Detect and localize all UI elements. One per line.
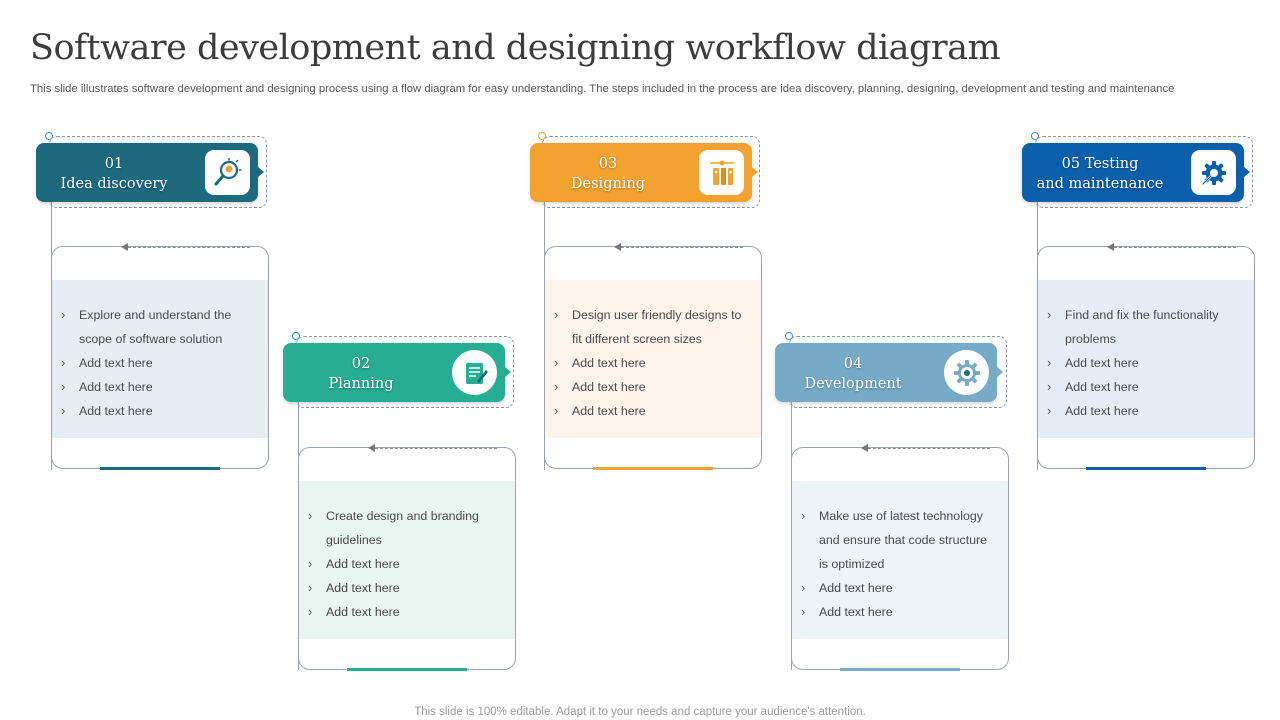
step-1-label: 01 Idea discovery bbox=[60, 156, 168, 192]
step-5-connector bbox=[1037, 200, 1038, 470]
bullet-item: Add text here bbox=[800, 600, 998, 624]
step-4-arrowhead bbox=[861, 444, 868, 452]
step-3-pointer bbox=[752, 167, 758, 177]
step-1-bullet-list: Explore and understand the scope of soft… bbox=[60, 303, 258, 423]
bullet-item: Make use of latest technology and ensure… bbox=[800, 504, 998, 576]
bullet-item: Add text here bbox=[1046, 399, 1244, 423]
bullet-item: Add text here bbox=[60, 399, 258, 423]
step-1-arrowhead bbox=[121, 243, 128, 251]
step-3-accent-bar bbox=[593, 467, 713, 470]
planning-document-icon bbox=[452, 350, 497, 395]
step-3-header: 03 Designing bbox=[530, 143, 758, 202]
step-3-card: Design user friendly designs to fit diff… bbox=[544, 246, 762, 470]
step-2-arrowhead bbox=[368, 444, 375, 452]
bullet-item: Add text here bbox=[800, 576, 998, 600]
development-gear-icon bbox=[944, 350, 989, 395]
slide-footer: This slide is 100% editable. Adapt it to… bbox=[414, 706, 866, 718]
step-2-pointer bbox=[505, 367, 511, 377]
step-1-header: 01 Idea discovery bbox=[36, 143, 264, 202]
step-5-arrow bbox=[1114, 247, 1236, 248]
step-1-accent-bar bbox=[100, 467, 220, 470]
step-2-card: Create design and branding guidelines Ad… bbox=[298, 447, 516, 671]
step-4-bullet-list: Make use of latest technology and ensure… bbox=[800, 504, 998, 624]
step-2-accent-bar bbox=[347, 668, 467, 671]
step-4-header: 04 Development bbox=[775, 343, 1003, 402]
design-tools-icon bbox=[699, 150, 744, 195]
bullet-item: Add text here bbox=[60, 351, 258, 375]
bullet-item: Explore and understand the scope of soft… bbox=[60, 303, 258, 351]
bullet-item: Create design and branding guidelines bbox=[307, 504, 505, 552]
step-5-accent-bar bbox=[1086, 467, 1206, 470]
bullet-item: Add text here bbox=[553, 375, 751, 399]
step-1-connector bbox=[51, 200, 52, 470]
step-2-arrow bbox=[375, 448, 497, 449]
step-3-bullet-list: Design user friendly designs to fit diff… bbox=[553, 303, 751, 423]
step-5-pointer bbox=[1244, 167, 1250, 177]
step-5-arrowhead bbox=[1107, 243, 1114, 251]
step-3-arrow bbox=[621, 247, 743, 248]
step-3-label: 03 Designing bbox=[570, 156, 646, 192]
bullet-item: Add text here bbox=[553, 399, 751, 423]
step-5-bullet-list: Find and fix the functionality problems … bbox=[1046, 303, 1244, 423]
bullet-item: Find and fix the functionality problems bbox=[1046, 303, 1244, 351]
step-1-arrow bbox=[128, 247, 250, 248]
step-2-bullet-list: Create design and branding guidelines Ad… bbox=[307, 504, 505, 624]
step-5-label: 05 Testing and maintenance bbox=[1036, 156, 1164, 192]
maintenance-tools-icon bbox=[1191, 150, 1236, 195]
step-3-connector bbox=[544, 200, 545, 470]
slide-title: Software development and designing workf… bbox=[30, 28, 1001, 68]
bullet-item: Add text here bbox=[307, 600, 505, 624]
step-1-card: Explore and understand the scope of soft… bbox=[51, 246, 269, 470]
bullet-item: Add text here bbox=[1046, 375, 1244, 399]
step-4-accent-bar bbox=[840, 668, 960, 671]
bullet-item: Add text here bbox=[60, 375, 258, 399]
step-5-card: Find and fix the functionality problems … bbox=[1037, 246, 1255, 470]
step-4-arrow bbox=[868, 448, 990, 449]
step-2-header: 02 Planning bbox=[283, 343, 511, 402]
slide-subtitle: This slide illustrates software developm… bbox=[30, 83, 1175, 95]
step-5-header: 05 Testing and maintenance bbox=[1022, 143, 1250, 202]
step-4-card: Make use of latest technology and ensure… bbox=[791, 447, 1009, 671]
bullet-item: Add text here bbox=[553, 351, 751, 375]
idea-search-icon bbox=[205, 150, 250, 195]
bullet-item: Add text here bbox=[1046, 351, 1244, 375]
step-3-arrowhead bbox=[614, 243, 621, 251]
bullet-item: Add text here bbox=[307, 576, 505, 600]
bullet-item: Add text here bbox=[307, 552, 505, 576]
step-4-pointer bbox=[997, 367, 1003, 377]
step-2-connector bbox=[298, 400, 299, 670]
step-4-label: 04 Development bbox=[804, 356, 902, 392]
step-1-pointer bbox=[258, 167, 264, 177]
step-4-connector bbox=[791, 400, 792, 670]
step-2-label: 02 Planning bbox=[328, 356, 394, 392]
bullet-item: Design user friendly designs to fit diff… bbox=[553, 303, 751, 351]
